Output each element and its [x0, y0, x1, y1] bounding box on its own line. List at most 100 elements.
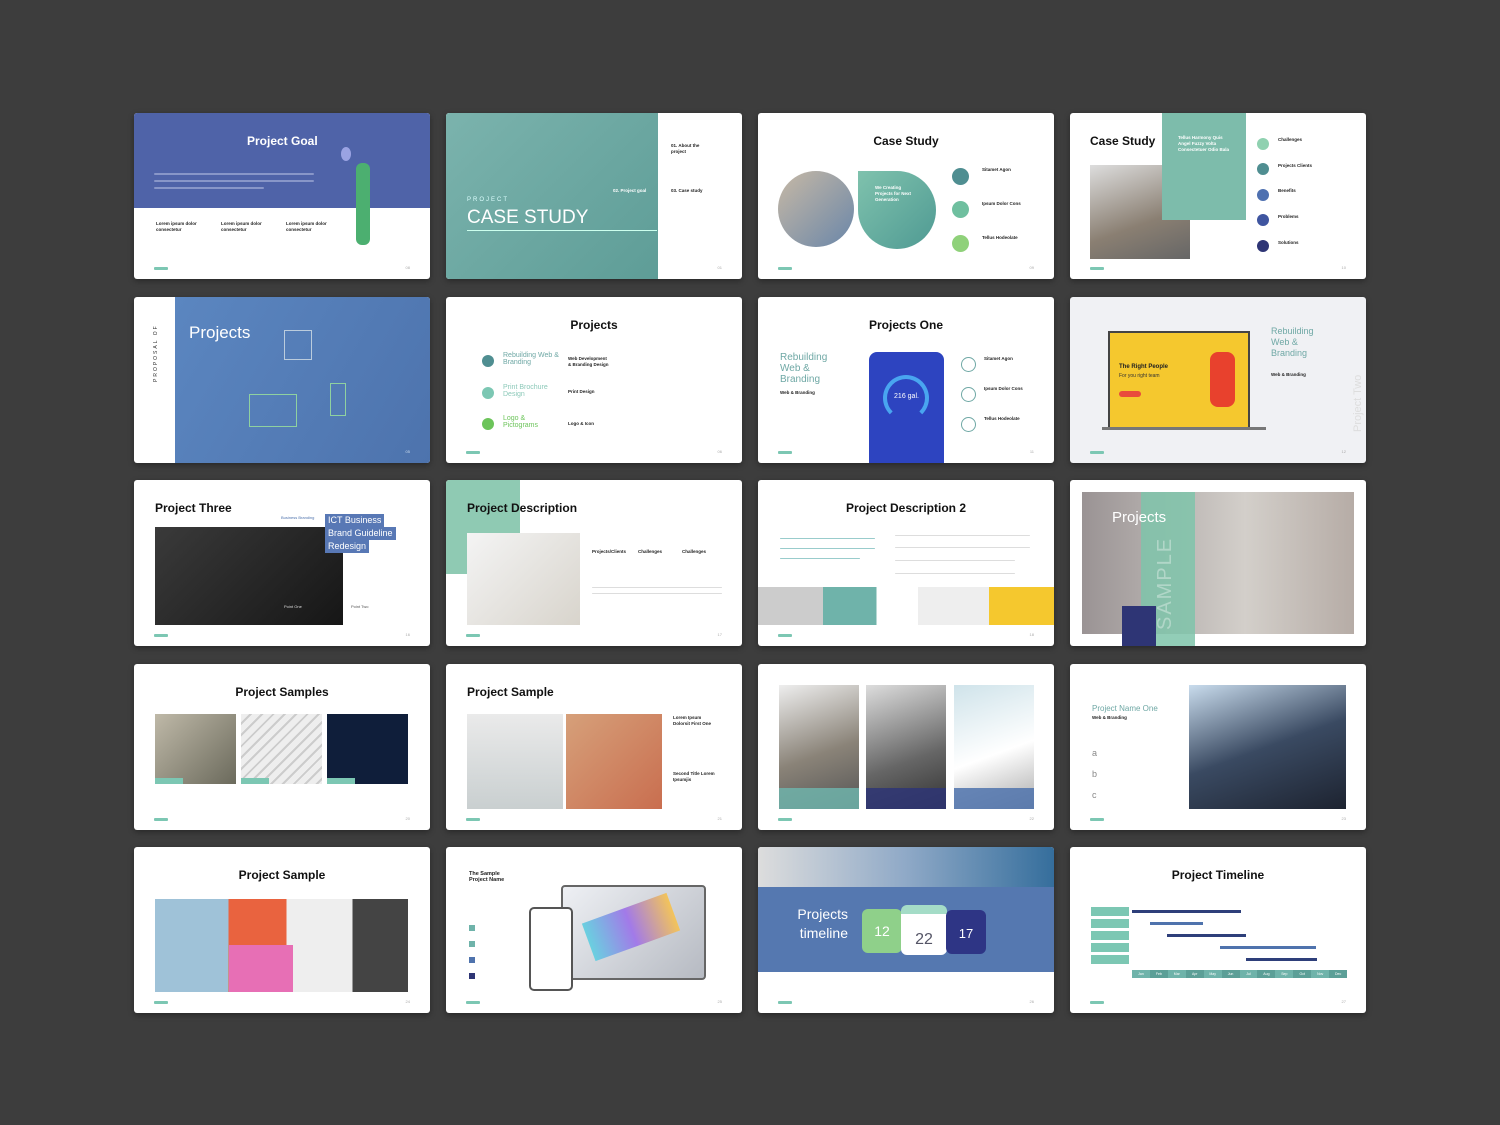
person-illustration [356, 163, 370, 245]
gantt-bar [1167, 934, 1246, 937]
panel-text: Tellus Harmony Quis Angel Fuzzy Volta Co… [1178, 135, 1230, 152]
blue-panel [175, 297, 430, 463]
teal-photo [446, 113, 658, 279]
branding-photo [155, 527, 343, 625]
point-label: Point One [284, 604, 302, 609]
slide-title: Case Study [1090, 134, 1156, 148]
gauge-value: 216 gal. [894, 393, 919, 400]
flag-icon [952, 168, 969, 185]
desk-photo [467, 533, 580, 625]
slide-project-description-2[interactable]: Project Description 2 18 [758, 480, 1054, 646]
sample-photo [241, 714, 322, 784]
team-photo [778, 171, 854, 247]
month-label: May [1209, 972, 1216, 976]
slide-projects-list[interactable]: Projects Rebuilding Web & Branding Print… [446, 297, 742, 463]
slide-project-three[interactable]: Project Three Business Branding ICT Busi… [134, 480, 430, 646]
slide-projects-sample[interactable]: Projects SAMPLE [1070, 480, 1366, 646]
slide-title: Project Sample [238, 868, 326, 882]
feature-title: Challenges [682, 549, 707, 554]
item-title: Tellus Hodeolate [984, 416, 1020, 421]
item-title: Projects Clients [1278, 163, 1313, 168]
gantt-bar [1150, 922, 1203, 925]
month-label: Jun [1221, 970, 1240, 978]
sample-photo [155, 714, 236, 784]
briefcase-icon [952, 235, 969, 252]
list-letter: c [1092, 790, 1097, 800]
phone-icon [330, 383, 346, 416]
heading: Rebuilding Web & Branding [780, 352, 828, 385]
highlight-line: Brand Guideline [325, 527, 396, 540]
laptop-icon [249, 394, 297, 427]
slide-project-sample-2[interactable]: Project Sample 24 [134, 847, 430, 1013]
slide-title: Case Study [873, 134, 939, 148]
column-title: Lorem ipsum dolor consectetur [286, 221, 327, 232]
slide-project-description[interactable]: Project Description Projects/Clients Cha… [446, 480, 742, 646]
screen-subtitle: For you right team [1119, 373, 1160, 379]
sample-photo [327, 714, 408, 784]
tag: Business Branding [281, 515, 315, 520]
calendar-icon: 12 [862, 909, 902, 953]
slide-title: Project Description [467, 501, 578, 515]
slide-case-study-circles[interactable]: Case Study We Creating Projects for Next… [758, 113, 1054, 279]
teal-panel [1162, 113, 1246, 220]
office-photo [758, 847, 1054, 887]
slide-project-goal[interactable]: Project Goal Lorem ipsum dolor consectet… [134, 113, 430, 279]
slide-sample-project-name[interactable]: The Sample Project Name 25 [446, 847, 742, 1013]
highlight-line: Redesign [325, 540, 370, 553]
teal-circle [858, 171, 936, 249]
screen-button [1119, 391, 1141, 397]
item-title: Tellus Hodeolate [982, 235, 1018, 240]
item-title: Ipsum Dolor Cons [984, 386, 1023, 391]
calendar-icon: 17 [946, 910, 986, 954]
slide-project-two[interactable]: The Right People For you right team Rebu… [1070, 297, 1366, 463]
month-label: Feb [1149, 970, 1168, 978]
subheading: Web & Branding [1092, 715, 1127, 720]
section-item: 01. About the project [671, 143, 700, 154]
vertical-label: SAMPLE [1154, 536, 1176, 630]
item-title: Benefits [1278, 188, 1296, 193]
slide-project-timeline[interactable]: Project Timeline Jan Feb Mar Apr May Jun Jul Au… [1070, 847, 1366, 1013]
feature-title: Projects/Clients [592, 549, 627, 554]
item-title: Problems [1278, 214, 1299, 219]
item-title: Second Title Lorem Ipsumjis [673, 771, 715, 782]
navy-block [1122, 606, 1156, 646]
slide-title: Project Samples [235, 685, 329, 699]
feature-title: Challenges [638, 549, 663, 554]
month-label: Dec [1329, 970, 1348, 978]
slide-buildings[interactable]: 22 [758, 664, 1054, 830]
slide-title: CASE STUDY [467, 207, 589, 228]
heading: Rebuilding Web & Branding [1271, 326, 1314, 358]
slide-case-study-cover[interactable]: PROJECT CASE STUDY 01. About the project… [446, 113, 742, 279]
kicker: PROJECT [467, 197, 510, 203]
month-label: Nov [1317, 972, 1324, 976]
item-title: Solutions [1278, 240, 1299, 245]
project-item: Rebuilding Web & Branding [503, 352, 559, 366]
slide-project-sample-1[interactable]: Project Sample Lorem Ipsum Dolorsit Firs… [446, 664, 742, 830]
item-title: Ipsum Dolor Cons [982, 201, 1021, 206]
month-label: Sep [1281, 972, 1288, 976]
month-label: Oct [1293, 970, 1312, 978]
slide-case-study-list[interactable]: Case Study Tellus Harmony Quis Angel Fuz… [1070, 113, 1366, 279]
highlight-line: ICT Business [325, 514, 385, 527]
slide-title: Project Sample [467, 685, 554, 699]
slide-title: Projects timeline [797, 906, 848, 941]
slide-proposal-projects[interactable]: PROPOSAL OF Projects 05 [134, 297, 430, 463]
project-detail: Logo & Icon [568, 421, 594, 426]
slide-project-name-one[interactable]: Project Name One Web & Branding a b c 23 [1070, 664, 1366, 830]
project-item: Logo & Pictograms [503, 415, 539, 429]
item-title: Challenges [1278, 137, 1303, 142]
subheading: Web & Branding [780, 390, 815, 395]
month-label: Mar [1173, 972, 1180, 976]
chart-icon [284, 330, 312, 360]
blue-header [134, 113, 430, 208]
project-detail: Web Development & Branding Design [568, 356, 609, 367]
subheading: Web & Branding [1271, 372, 1306, 377]
slide-projects-one[interactable]: Projects One Rebuilding Web & Branding W… [758, 297, 1054, 463]
calendar-icon [952, 201, 969, 218]
slide-projects-timeline[interactable]: Projects timeline 12 22 17 26 [758, 847, 1054, 1013]
calendar-icon: 22 [901, 905, 947, 955]
slide-title: Projects [570, 318, 618, 332]
slide-title: Project Three [155, 501, 232, 515]
month-label: Jul [1246, 972, 1251, 976]
slide-project-samples[interactable]: Project Samples 20 [134, 664, 430, 830]
